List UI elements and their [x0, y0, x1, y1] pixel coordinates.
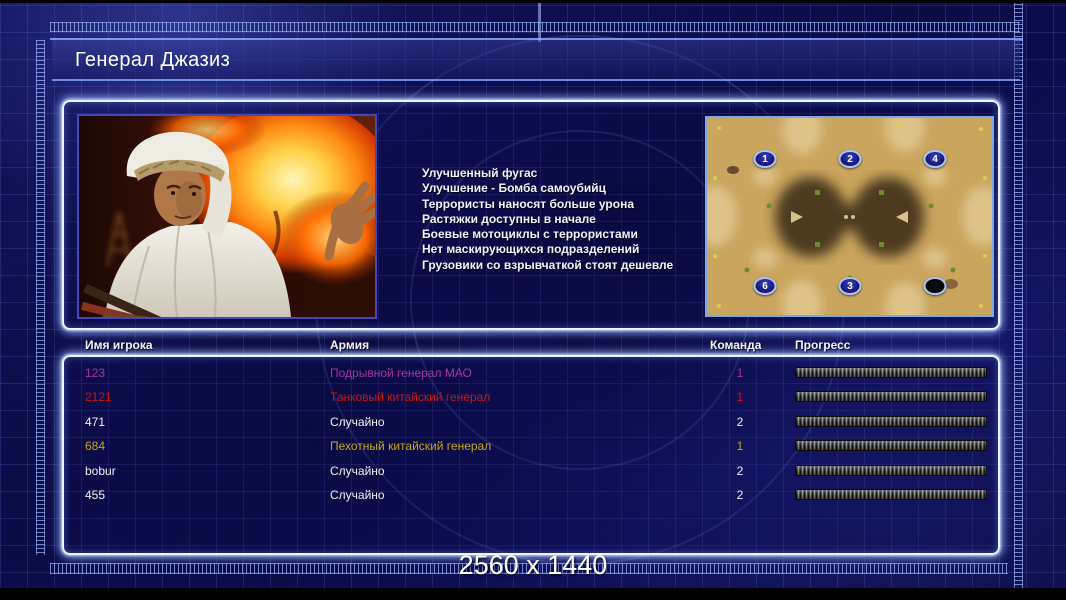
player-name: 455 — [85, 488, 106, 502]
player-name: 684 — [85, 439, 106, 454]
spawn-marker-6: 6 — [753, 277, 777, 295]
progress-bar — [795, 415, 987, 427]
player-name: 2121 — [85, 390, 112, 405]
portrait-art — [79, 102, 414, 356]
general-info-panel: Улучшенный фугас Улучшение - Бомба самоуб… — [62, 100, 1000, 356]
player-name: bobur — [85, 463, 116, 478]
player-rows: 123 Подрывной генерал МАО 1 2121 Танковый ки… — [62, 355, 1000, 555]
player-army: Случайно — [330, 463, 385, 478]
player-team: 2 — [736, 414, 744, 429]
player-team: 2 — [736, 463, 744, 478]
player-row: bobur Случайно 2 — [62, 461, 1000, 485]
spawn-marker-3: 3 — [838, 277, 862, 295]
page-title: Генерал Джазиз — [75, 49, 231, 71]
spawn-marker-1: 1 — [753, 150, 777, 168]
trait-line: Боевые мотоциклы с террористами — [422, 227, 638, 242]
general-portrait — [77, 102, 414, 356]
ruler-left — [36, 40, 45, 555]
traits-list: Улучшенный фугас Улучшение - Бомба самоуб… — [422, 166, 717, 273]
progress-bar — [795, 391, 987, 403]
trait-line: Нет маскирующихся подразделений — [422, 242, 640, 257]
loading-screen: Генерал Джазиз Улучшенный фугас Улучшени… — [0, 0, 1066, 600]
ruler-top — [50, 22, 1020, 32]
header-player-name: Имя игрока — [85, 338, 153, 352]
player-name: 471 — [85, 414, 106, 429]
ruler-right — [1014, 0, 1023, 588]
player-army: Случайно — [330, 488, 385, 502]
progress-bar — [795, 440, 987, 452]
header-progress: Прогресс — [795, 338, 851, 352]
player-row: 455 Случайно 2 — [62, 485, 1000, 509]
player-army: Подрывной генерал МАО — [330, 366, 472, 380]
player-row: 684 Пехотный китайский генерал 1 — [62, 436, 1000, 460]
player-row: 471 Случайно 2 — [62, 412, 1000, 436]
bottom-black-bar — [0, 588, 1066, 600]
resolution-label: 2560 x 1440 — [458, 550, 608, 580]
trait-line: Террористы наносят больше урона — [422, 196, 635, 211]
progress-bar — [795, 464, 987, 476]
header-army: Армия — [330, 338, 370, 352]
player-team: 1 — [736, 366, 744, 380]
player-name: 123 — [85, 366, 106, 380]
trait-line: Улучшенный фугас — [422, 166, 538, 180]
spawn-marker-empty — [923, 277, 947, 295]
player-team: 1 — [736, 439, 744, 454]
top-black-bar — [0, 0, 1066, 3]
player-team: 2 — [736, 488, 744, 502]
progress-bar — [795, 367, 987, 378]
center-guide-line — [538, 0, 541, 42]
spawn-marker-4: 4 — [923, 150, 947, 168]
player-army: Случайно — [330, 414, 385, 429]
player-team: 1 — [736, 390, 744, 405]
progress-bar — [795, 489, 987, 500]
player-row: 123 Подрывной генерал МАО 1 — [62, 363, 1000, 387]
player-army: Танковый китайский генерал — [330, 390, 491, 405]
minimap: 1 2 4 6 3 — [705, 116, 994, 317]
trait-line: Растяжки доступны в начале — [422, 211, 596, 226]
trait-line: Улучшение - Бомба самоубийц — [422, 181, 606, 196]
player-row: 2121 Танковый китайский генерал 1 — [62, 387, 1000, 411]
title-bar: Генерал Джазиз — [52, 40, 1020, 81]
trait-line: Грузовики со взрывчаткой стоят дешевле — [422, 257, 674, 272]
spawn-marker-2: 2 — [838, 150, 862, 168]
player-army: Пехотный китайский генерал — [330, 439, 492, 454]
header-team: Команда — [710, 338, 762, 352]
